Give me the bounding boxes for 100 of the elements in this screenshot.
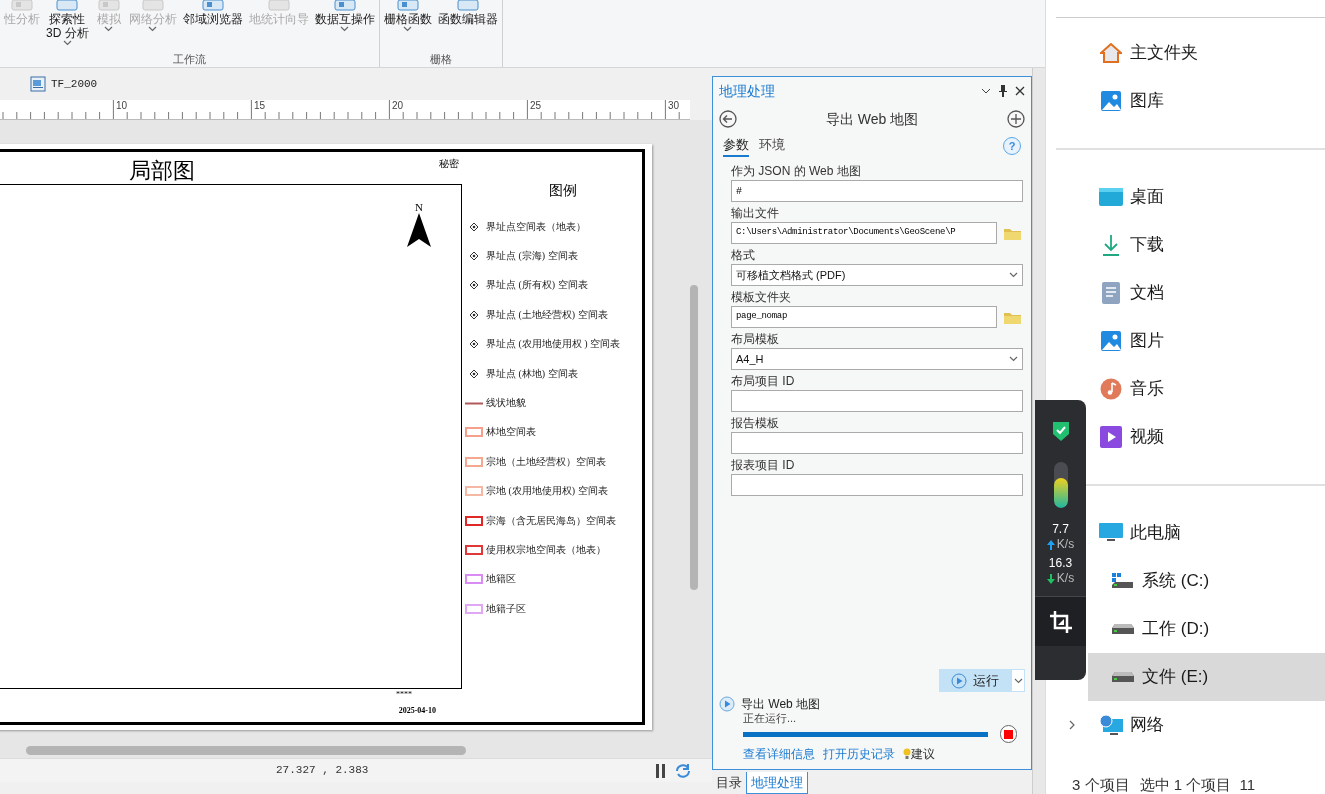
ruler-label: 25 [530,100,542,111]
legend-label: 界址点 (农用地使用权 ) 空间表 [486,338,622,351]
nav-item[interactable]: 图片 [1088,317,1325,365]
legend-label: 地籍子区 [486,602,527,615]
scrollbar-thumb[interactable] [690,285,698,590]
run-button[interactable]: 运行 [939,669,1011,692]
ribbon-button[interactable]: 函数编辑器 [437,0,498,26]
nav-item[interactable]: 桌面 [1088,173,1325,221]
layout-icon [30,76,46,92]
caret-icon [1009,356,1018,362]
speed-unit: K/s [1056,537,1075,552]
suggest-button[interactable]: 建议 [903,745,935,763]
run-menu-button[interactable] [1011,669,1025,692]
dropdown-field[interactable]: A4_H [731,348,1023,370]
legend-label: 林地空间表 [486,426,537,439]
legend-label: 地籍区 [486,573,517,586]
progress-status: 正在运行... [743,712,798,725]
parameter-label: 模板文件夹 [731,289,792,306]
home-icon [1100,42,1122,64]
pane-title: 地理处理 [719,81,775,101]
ruler-label: 15 [254,100,266,111]
parameter-label: 布局项目 ID [731,373,796,390]
nav-item[interactable]: 音乐 [1088,365,1325,413]
parameter-label: 作为 JSON 的 Web 地图 [731,163,862,180]
scrollbar-thumb[interactable] [26,746,466,755]
input-field[interactable]: # [731,180,1023,202]
tab[interactable]: 参数 [723,136,749,157]
refresh-icon[interactable] [674,762,692,779]
parameter-label: 报告模板 [731,415,780,432]
stop-button[interactable] [999,725,1017,743]
nav-item[interactable]: 文档 [1088,269,1325,317]
chevron-icon[interactable] [981,88,991,94]
status-text: 3 个项目 [1072,775,1130,794]
tool-icon [8,0,36,12]
legend-label: 宗地（土地经营权）空间表 [486,455,607,468]
video-icon [1100,426,1122,448]
input-field[interactable] [731,390,1023,412]
caret-icon [1009,272,1018,278]
nav-item[interactable]: 网络 [1088,701,1325,749]
chevron-right-icon[interactable] [1067,720,1077,730]
crop-icon[interactable] [1048,609,1073,634]
lightbulb-icon [903,748,911,760]
nav-item[interactable]: 系统 (C:) [1088,557,1325,605]
group-label: 工作流 [171,51,207,67]
legend-label: 线状地貌 [486,397,527,410]
close-icon[interactable] [1015,86,1025,96]
tool-title: 导出 Web 地图 [825,109,919,129]
link[interactable]: 查看详细信息 [743,745,815,763]
input-field[interactable]: C:\Users\Administrator\Documents\GeoScene\P [731,222,997,244]
input-field[interactable]: page_nomap [731,306,997,328]
north-arrow-icon [407,213,431,247]
legend-label: 界址点 (所有权) 空间表 [486,279,589,292]
parameter-label: 报表项目 ID [731,457,796,474]
document-icon [1102,282,1120,304]
document-tab[interactable]: TF_2000 [30,75,98,93]
nav-item[interactable]: 下载 [1088,221,1325,269]
download-icon [1101,234,1121,256]
ribbon-button[interactable]: 探索性 3D 分析 [46,0,89,46]
group-label: 栅格 [428,51,453,67]
map-title: 局部图 [129,158,195,184]
ribbon-button[interactable]: 邻域浏览器 [182,0,243,26]
input-field[interactable] [731,432,1023,454]
coordinates-text: 27.327 , 2.383 [276,763,369,779]
ribbon-button[interactable]: 栅格函数 [383,0,432,32]
nav-item[interactable]: 视频 [1088,413,1325,461]
nav-item[interactable]: 图库 [1088,77,1325,125]
legend-title: 图例 [548,182,577,200]
dropdown-field[interactable]: 可移植文档格式 (PDF) [731,264,1023,286]
picture-icon [1100,90,1122,112]
drive-icon [1112,573,1134,589]
arrow-down-icon [1046,573,1055,584]
parameter-label: 输出文件 [731,205,780,222]
back-icon[interactable] [719,110,737,128]
nav-item[interactable]: 文件 (E:) [1088,653,1325,701]
drive-icon [1112,672,1134,682]
pin-icon[interactable] [999,85,1007,97]
nav-item[interactable]: 工作 (D:) [1088,605,1325,653]
classification-text: 秘密 [439,158,459,170]
pane-tab[interactable]: 地理处理 [746,772,808,794]
tab[interactable]: 环境 [759,136,785,157]
computer-icon [1099,523,1123,543]
download-speed: 16.3 [1048,556,1073,571]
input-field[interactable] [731,474,1023,496]
north-label: N [415,201,423,213]
parameter-label: 格式 [731,247,756,264]
upload-speed: 7.7 [1052,522,1069,537]
progress-tool-name: 导出 Web 地图 [741,697,821,711]
nav-item[interactable]: 主文件夹 [1088,29,1325,77]
footer-mark: **** [396,690,412,700]
add-icon[interactable] [1007,110,1025,128]
legend-label: 界址点 (土地经营权) 空间表 [486,308,609,321]
legend-label: 宗海（含无居民海岛）空间表 [486,514,617,527]
caret-icon [1013,677,1023,684]
pane-tab[interactable]: 目录 [712,772,746,794]
link[interactable]: 打开历史记录 [823,745,895,763]
legend-label: 使用权宗地空间表（地表） [486,544,607,556]
play-icon [719,696,735,712]
pause-icon[interactable] [656,763,666,778]
nav-item[interactable]: 此电脑 [1088,509,1325,557]
ribbon-button[interactable]: 数据互操作 [314,0,375,32]
